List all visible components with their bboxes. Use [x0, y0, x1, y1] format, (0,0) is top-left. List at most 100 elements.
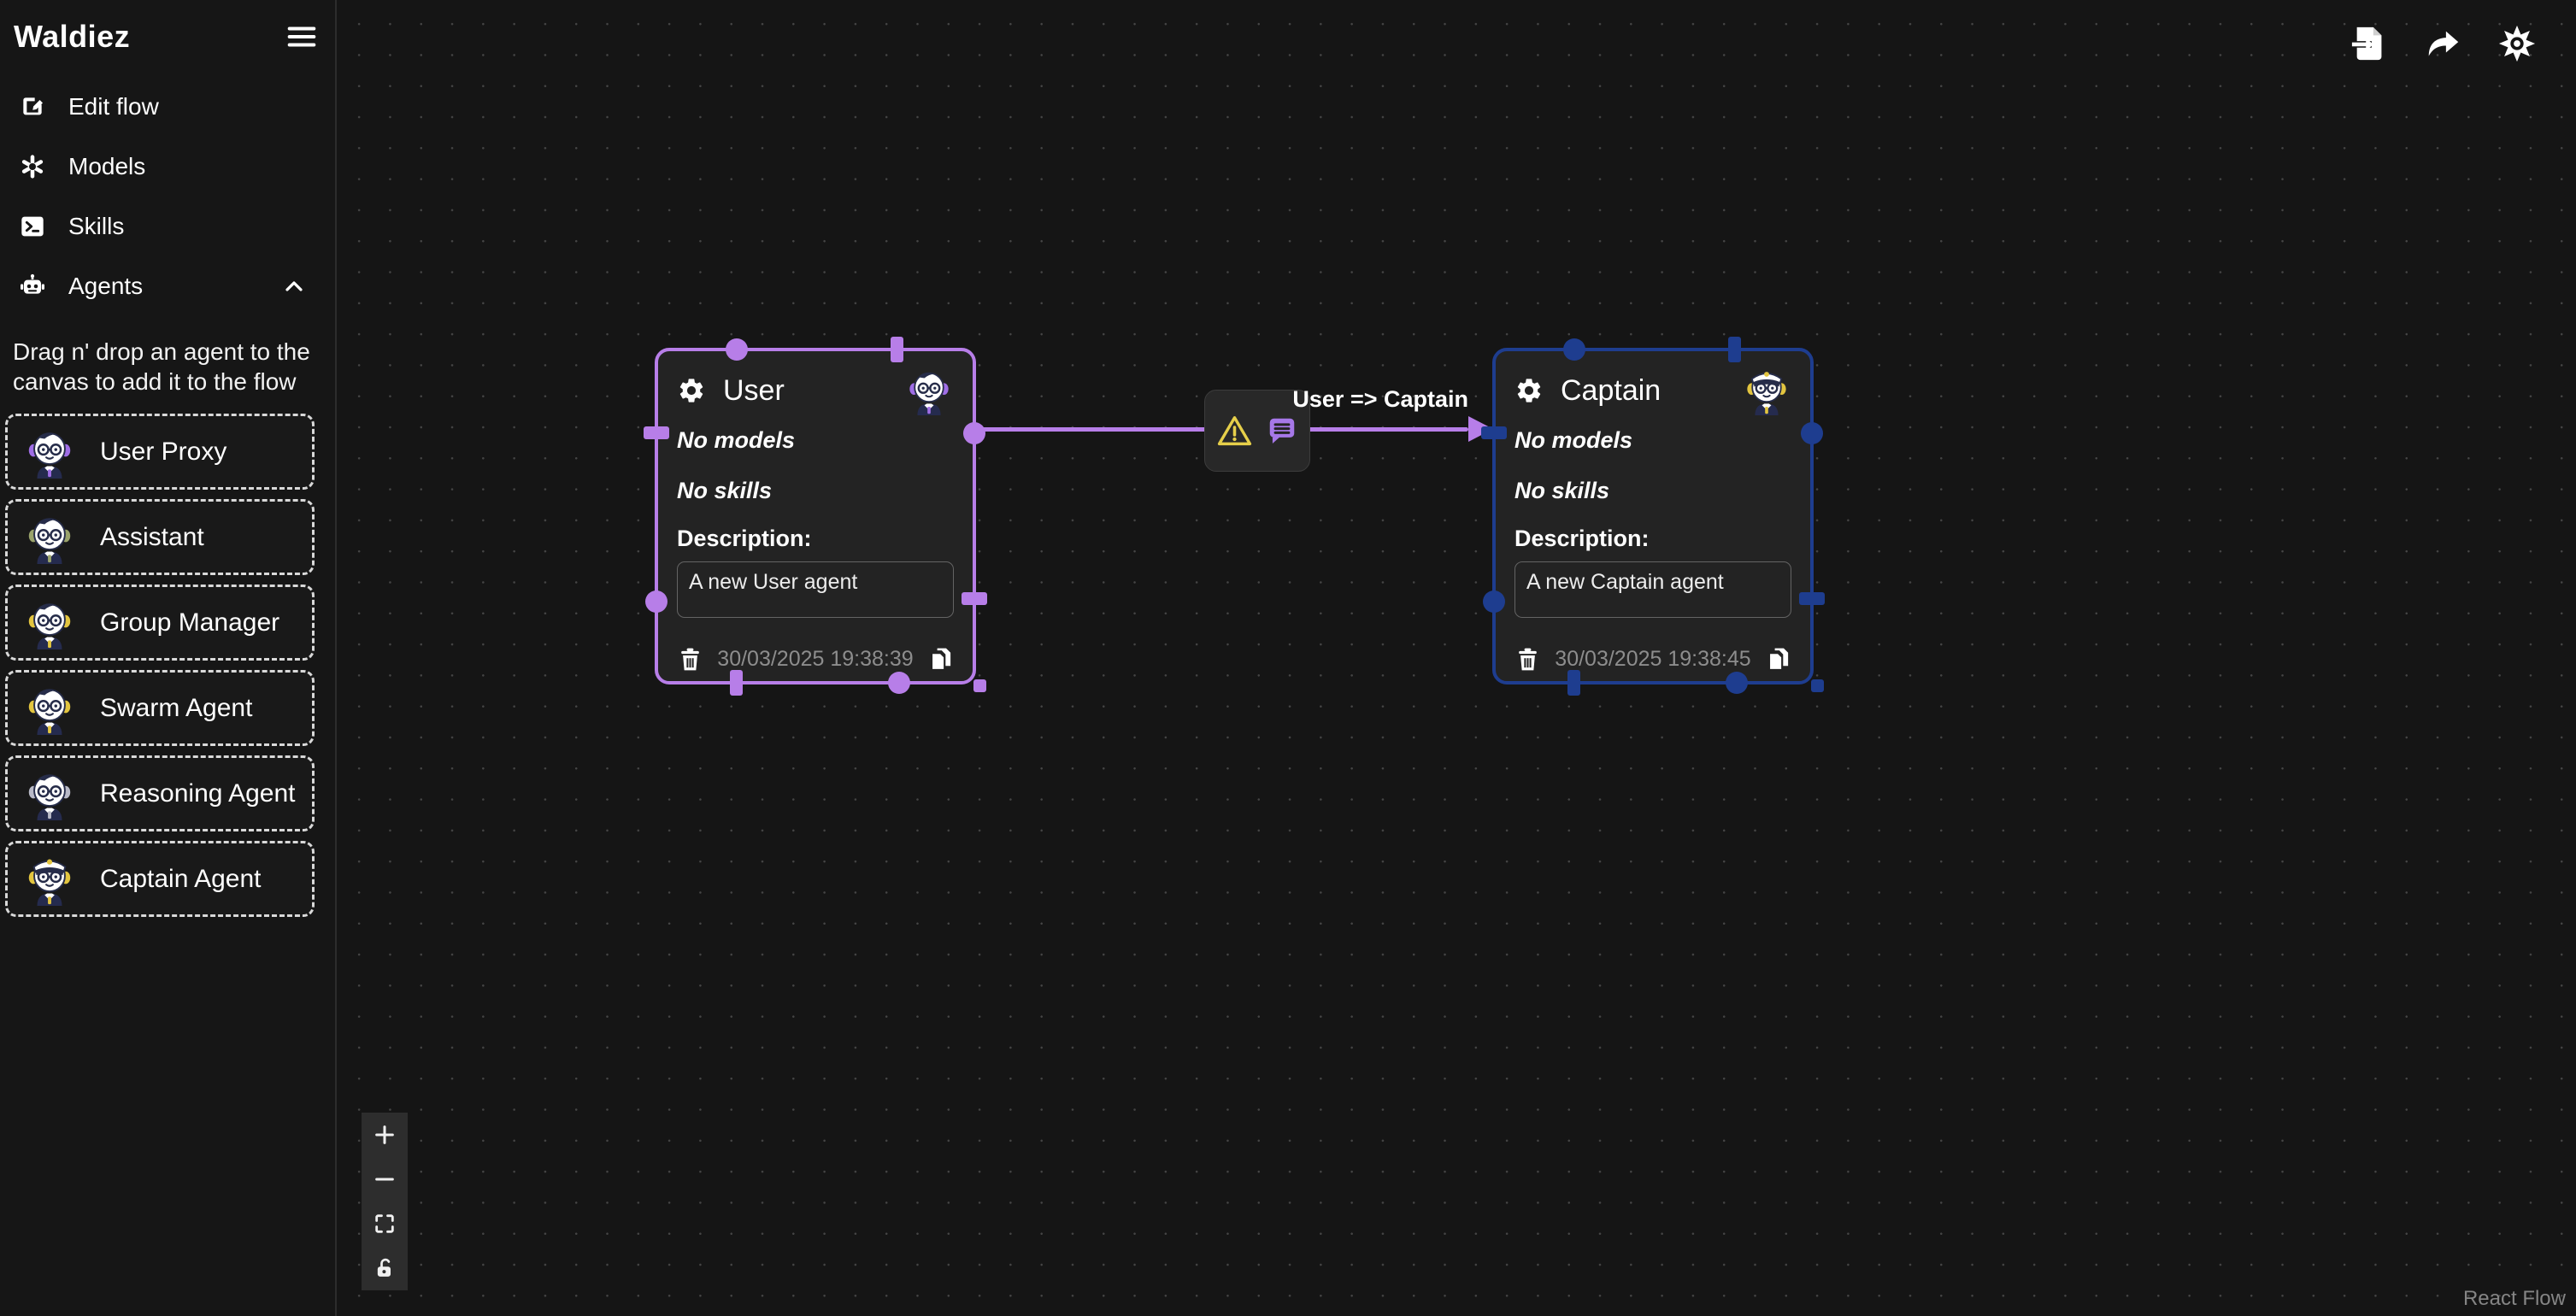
gear-icon: [677, 376, 706, 405]
handle-left-target[interactable]: [644, 426, 669, 439]
menu-toggle-button[interactable]: [285, 21, 318, 53]
node-footer: 30/03/2025 19:38:39: [677, 646, 954, 673]
palette-item-label: User Proxy: [100, 438, 226, 467]
palette-item-reasoning-agent[interactable]: Reasoning Agent: [5, 755, 315, 831]
palette-item-group-manager[interactable]: Group Manager: [5, 585, 315, 661]
plus-icon: [373, 1123, 397, 1147]
zoom-in-button[interactable]: [362, 1113, 408, 1157]
node-header: Captain: [1514, 365, 1791, 416]
agent-node-user[interactable]: User No models No skills Description: A …: [655, 348, 976, 684]
canvas-controls: [362, 1113, 408, 1290]
edit-icon: [19, 93, 46, 120]
description-label: Description:: [1514, 526, 1791, 552]
delete-node-button[interactable]: [1514, 646, 1541, 673]
delete-node-button[interactable]: [677, 646, 703, 673]
export-icon: [2424, 24, 2463, 63]
assistant-avatar: [23, 511, 76, 564]
import-flow-button[interactable]: [2349, 22, 2391, 65]
hamburger-icon: [285, 21, 318, 53]
handle-right-target[interactable]: [962, 592, 987, 605]
palette-item-user-proxy[interactable]: User Proxy: [5, 414, 315, 490]
palette-item-captain-agent[interactable]: Captain Agent: [5, 841, 315, 917]
settings-icon: [2497, 24, 2537, 63]
node-title: User: [723, 374, 785, 408]
clone-node-button[interactable]: [1765, 646, 1791, 673]
fit-view-icon: [373, 1212, 397, 1236]
handle-right-source[interactable]: [1801, 422, 1823, 444]
fit-view-button[interactable]: [362, 1201, 408, 1246]
lock-toggle-button[interactable]: [362, 1246, 408, 1290]
unlock-icon: [373, 1256, 397, 1280]
copy-icon: [1765, 646, 1791, 673]
description-input[interactable]: A new User agent: [677, 561, 954, 618]
description-input[interactable]: A new Captain agent: [1514, 561, 1791, 618]
node-header: User: [677, 365, 954, 416]
node-settings-button[interactable]: [677, 375, 708, 406]
node-timestamp: 30/03/2025 19:38:45: [1555, 647, 1750, 672]
handle-left-source[interactable]: [1483, 590, 1505, 613]
sidebar-item-label: Agents: [68, 273, 143, 300]
models-icon: [19, 153, 46, 180]
sidebar-item-label: Models: [68, 153, 145, 180]
palette-item-assistant[interactable]: Assistant: [5, 499, 315, 575]
handle-bottom-target[interactable]: [730, 670, 743, 696]
react-flow-attribution: React Flow: [2463, 1287, 2566, 1311]
handle-top-source[interactable]: [891, 337, 903, 362]
trash-icon: [1514, 646, 1541, 673]
handle-bottom-source[interactable]: [1726, 672, 1748, 694]
sidebar-menu: Edit flow Models Skills Agents: [0, 77, 335, 316]
agent-palette: User Proxy Assistant Group Manager Swarm…: [0, 414, 335, 917]
chevron-up-icon: [280, 273, 308, 300]
group-manager-avatar: [23, 596, 76, 649]
palette-item-label: Assistant: [100, 523, 204, 552]
edge-label: User => Captain: [1284, 386, 1468, 413]
skills-icon: [19, 213, 46, 240]
sidebar: Waldiez Edit flow Models Skills Agents D…: [0, 0, 337, 1316]
sidebar-item-edit-flow[interactable]: Edit flow: [0, 77, 335, 137]
user-proxy-avatar: [23, 426, 76, 479]
handle-left-target[interactable]: [1481, 426, 1507, 439]
description-label: Description:: [677, 526, 954, 552]
captain-agent-avatar: [23, 853, 76, 906]
export-flow-button[interactable]: [2422, 22, 2465, 65]
swarm-agent-avatar: [23, 682, 76, 735]
resize-handle[interactable]: [1811, 679, 1824, 692]
handle-right-target[interactable]: [1799, 592, 1825, 605]
sidebar-item-agents[interactable]: Agents: [0, 256, 335, 316]
reasoning-agent-avatar: [23, 767, 76, 820]
handle-top-source[interactable]: [1728, 337, 1741, 362]
handle-top-target[interactable]: [1563, 338, 1585, 361]
resize-handle[interactable]: [973, 679, 986, 692]
handle-right-source[interactable]: [963, 422, 985, 444]
handle-left-source[interactable]: [645, 590, 668, 613]
sidebar-item-label: Skills: [68, 213, 124, 240]
sidebar-header: Waldiez: [0, 0, 335, 55]
palette-item-label: Captain Agent: [100, 865, 261, 894]
palette-item-label: Reasoning Agent: [100, 779, 296, 808]
sidebar-item-models[interactable]: Models: [0, 137, 335, 197]
zoom-out-button[interactable]: [362, 1157, 408, 1201]
settings-button[interactable]: [2496, 22, 2538, 65]
models-status: No models: [1514, 427, 1791, 454]
flow-canvas[interactable]: User => Captain User No models No skills…: [337, 0, 2576, 1316]
drag-drop-hint: Drag n' drop an agent to the canvas to a…: [13, 337, 320, 397]
sidebar-item-skills[interactable]: Skills: [0, 197, 335, 256]
user-agent-avatar: [904, 366, 954, 415]
handle-bottom-source[interactable]: [888, 672, 910, 694]
handle-top-target[interactable]: [726, 338, 748, 361]
warning-icon: [1216, 413, 1253, 449]
skills-status: No skills: [1514, 478, 1791, 504]
captain-agent-avatar: [1742, 366, 1791, 415]
agent-node-captain[interactable]: Captain No models No skills Description:…: [1492, 348, 1814, 684]
minus-icon: [373, 1167, 397, 1191]
clone-node-button[interactable]: [927, 646, 954, 673]
node-footer: 30/03/2025 19:38:45: [1514, 646, 1791, 673]
flow-toolbar: [2349, 22, 2538, 65]
palette-item-label: Group Manager: [100, 608, 279, 637]
handle-bottom-target[interactable]: [1567, 670, 1580, 696]
skills-status: No skills: [677, 478, 954, 504]
node-settings-button[interactable]: [1514, 375, 1545, 406]
chat-icon: [1266, 414, 1298, 447]
copy-icon: [927, 646, 954, 673]
palette-item-swarm-agent[interactable]: Swarm Agent: [5, 670, 315, 746]
